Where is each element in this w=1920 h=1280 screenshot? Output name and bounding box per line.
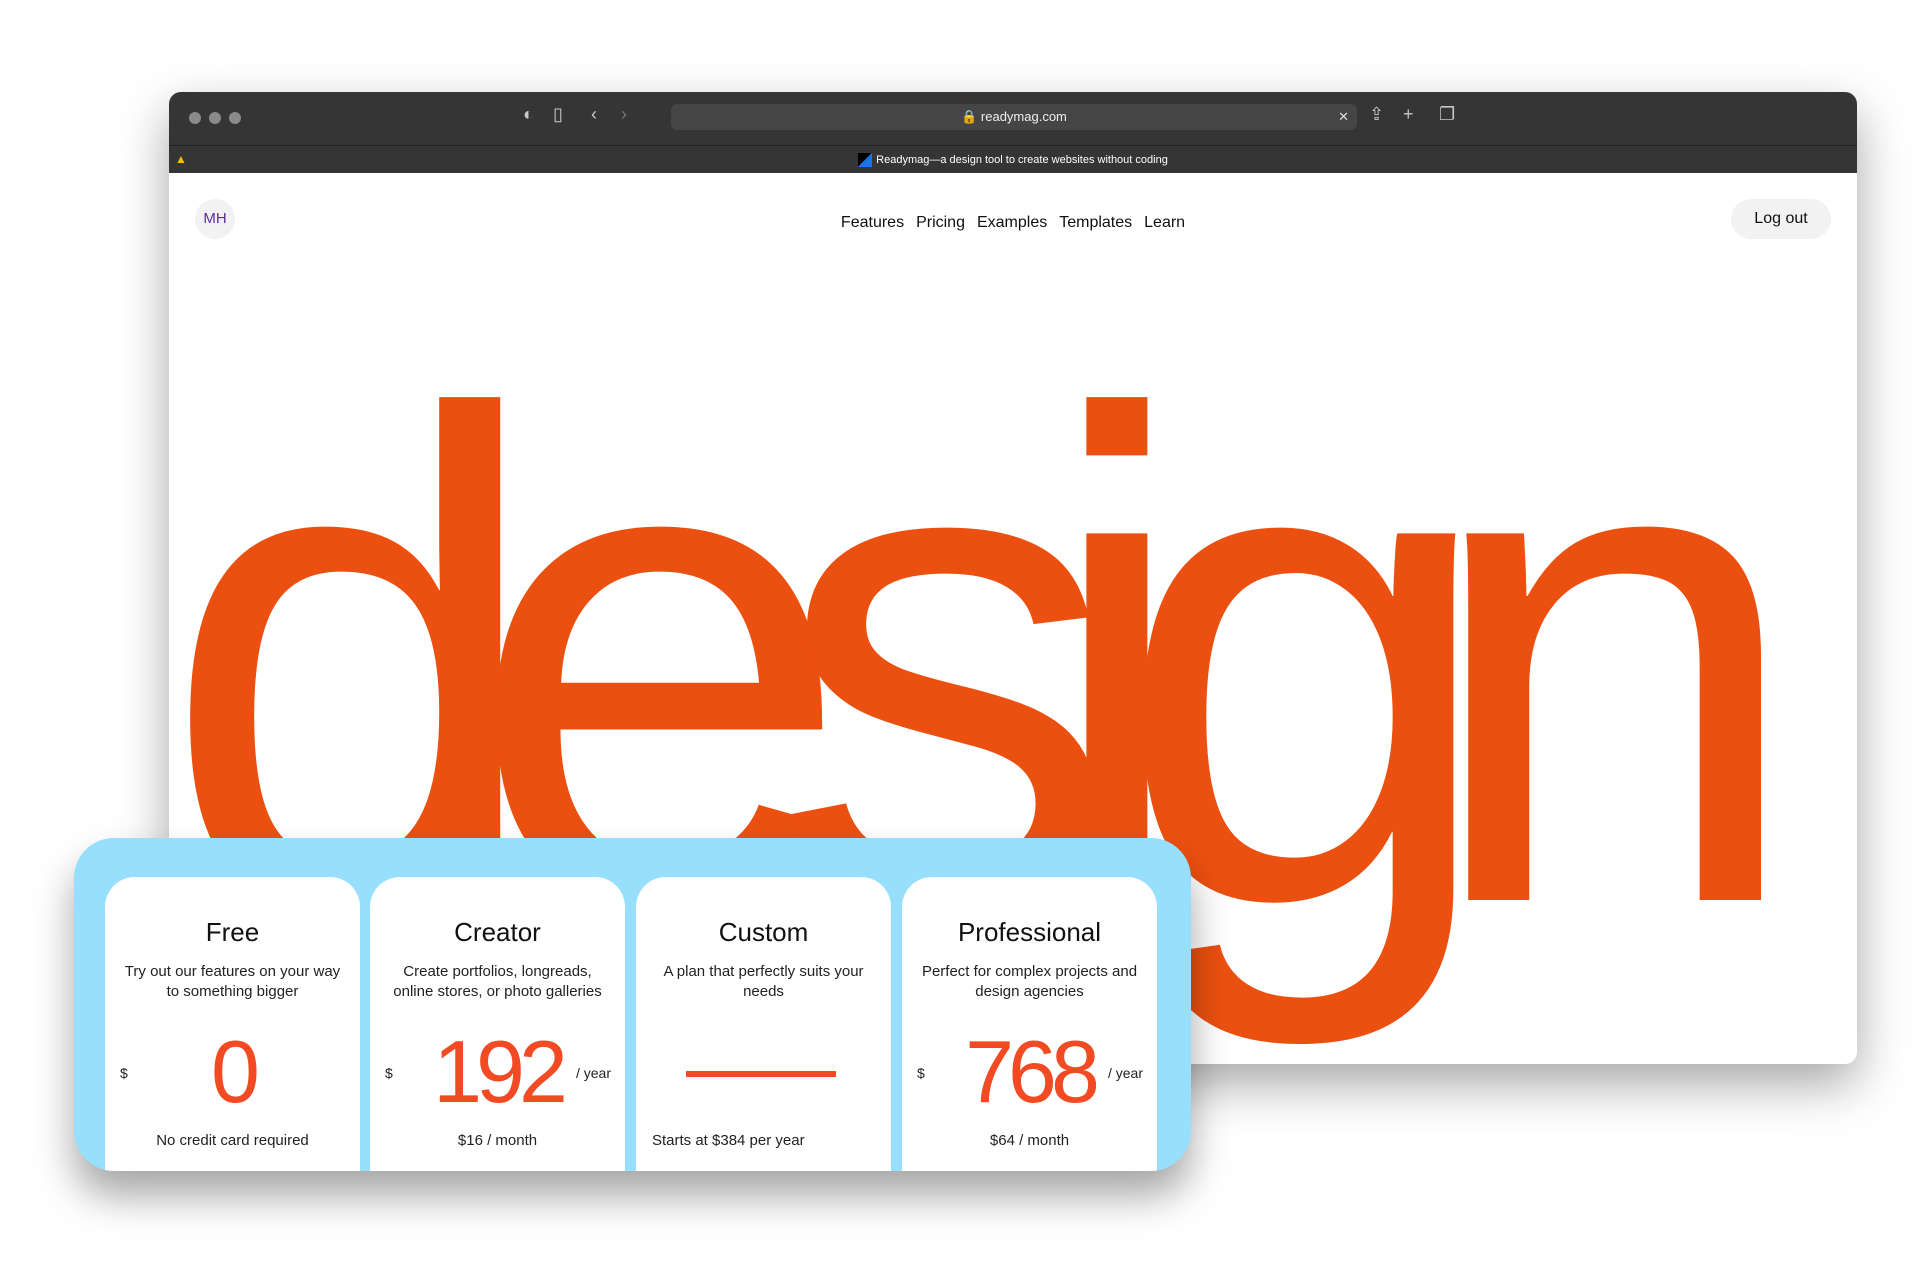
plan-card-free[interactable]: Free Try out our features on your way to… — [105, 877, 360, 1171]
plan-note: No credit card required — [156, 1132, 309, 1149]
nav-templates[interactable]: Templates — [1059, 214, 1132, 231]
plan-name: Custom — [718, 917, 809, 947]
nav-learn[interactable]: Learn — [1144, 214, 1185, 231]
nav-pricing[interactable]: Pricing — [916, 214, 965, 231]
plan-desc: A plan that perfectly suits your needs — [663, 963, 864, 1000]
plan-desc: Create portfolios, longreads, online sto… — [393, 963, 602, 1000]
plan-name: Free — [205, 917, 260, 947]
plan-note: $16 / month — [457, 1132, 538, 1149]
plan-note: $64 / month — [989, 1132, 1070, 1149]
plan-desc: Try out our features on your way to some… — [124, 963, 341, 1000]
plan-card-custom[interactable]: Custom A plan that perfectly suits your … — [636, 877, 891, 1171]
main-nav: Features Pricing Examples Templates Learn — [169, 214, 1857, 232]
plan-card-creator[interactable]: Creator Create portfolios, longreads, on… — [370, 877, 625, 1171]
plan-period: / year — [1107, 1065, 1143, 1081]
nav-features[interactable]: Features — [841, 214, 904, 231]
plan-period: / year — [575, 1065, 611, 1081]
price-dash — [686, 1071, 836, 1077]
logout-button[interactable]: Log out — [1731, 199, 1831, 239]
plan-price: 0 — [211, 1022, 260, 1121]
plan-desc: Perfect for complex projects and design … — [921, 963, 1138, 1000]
plan-card-professional[interactable]: Professional Perfect for complex project… — [902, 877, 1157, 1171]
plan-name: Creator — [454, 917, 541, 947]
plan-note: Starts at $384 per year — [652, 1132, 805, 1149]
nav-examples[interactable]: Examples — [977, 214, 1047, 231]
pricing-panel: Free Try out our features on your way to… — [74, 838, 1191, 1171]
plan-name: Professional — [957, 917, 1102, 947]
